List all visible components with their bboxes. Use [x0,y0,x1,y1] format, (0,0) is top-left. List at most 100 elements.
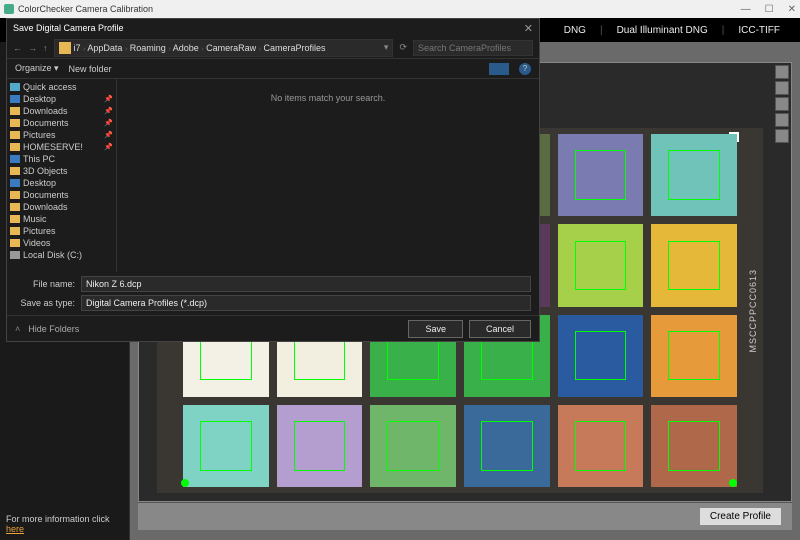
save-dialog: Save Digital Camera Profile ✕ ← → ↑ i7 ›… [6,18,540,342]
refresh-icon[interactable]: ⟳ [399,42,407,53]
color-patch[interactable] [558,134,644,216]
color-patch[interactable] [558,224,644,306]
roi-outline [575,150,626,199]
color-patch[interactable] [651,315,737,397]
color-patch[interactable] [558,315,644,397]
tree-item[interactable]: Local Disk (C:) [7,249,116,261]
chevron-up-icon[interactable]: ˄ [15,324,20,334]
folder-icon [10,227,20,235]
separator: | [722,25,725,36]
folder-icon [10,179,20,187]
tree-item[interactable]: Quick access [7,81,116,93]
folder-icon [10,155,20,163]
roi-outline [481,421,532,470]
folder-icon [10,239,20,247]
up-icon[interactable]: ↑ [43,43,48,53]
color-patch[interactable] [651,224,737,306]
separator: | [600,25,603,36]
folder-icon [10,107,20,115]
forward-icon[interactable]: → [28,43,37,53]
tree-item[interactable]: Downloads [7,201,116,213]
dialog-title: Save Digital Camera Profile [13,23,124,33]
roi-outline [668,150,719,199]
color-patch[interactable] [558,405,644,487]
help-icon[interactable]: ? [519,63,531,75]
organize-menu[interactable]: Organize ▾ [15,63,59,74]
filename-input[interactable]: Nikon Z 6.dcp [81,276,531,292]
tree-item[interactable]: Desktop📌 [7,93,116,105]
info-link[interactable]: here [6,524,24,534]
roi-outline [668,421,719,470]
minimize-button[interactable]: — [741,4,751,15]
tree-item[interactable]: HOMESERVE!📌 [7,141,116,153]
color-patch[interactable] [464,405,550,487]
dialog-close-icon[interactable]: ✕ [524,22,533,35]
app-icon [4,4,14,14]
save-button[interactable]: Save [408,320,463,338]
color-patch[interactable] [183,405,269,487]
tree-item[interactable]: Pictures [7,225,116,237]
roi-outline [387,421,438,470]
tree-item[interactable]: Documents [7,189,116,201]
app-title: ColorChecker Camera Calibration [18,4,153,14]
new-folder-button[interactable]: New folder [69,64,112,74]
maximize-button[interactable]: ☐ [765,4,774,15]
roi-outline [668,241,719,290]
breadcrumb[interactable]: i7 › AppData › Roaming › Adobe › CameraR… [54,39,394,57]
corner-marker[interactable] [729,132,739,142]
hide-folders-button[interactable]: Hide Folders [28,324,79,334]
roi-outline [294,421,345,470]
close-button[interactable]: ✕ [788,4,796,15]
tool-button[interactable] [775,81,789,95]
color-patch[interactable] [277,405,363,487]
folder-icon [10,191,20,199]
tab-icc-tiff[interactable]: ICC-TIFF [738,25,780,36]
tool-button[interactable] [775,129,789,143]
bottom-bar: Create Profile [138,502,792,530]
tree-item[interactable]: Desktop [7,177,116,189]
tree-item[interactable]: This PC [7,153,116,165]
color-patch[interactable] [370,405,456,487]
folder-tree[interactable]: Quick accessDesktop📌Downloads📌Documents📌… [7,79,117,272]
folder-icon [10,119,20,127]
tool-button[interactable] [775,65,789,79]
folder-icon [10,215,20,223]
tool-button[interactable] [775,113,789,127]
folder-icon [10,131,20,139]
saveas-select[interactable]: Digital Camera Profiles (*.dcp) [81,295,531,311]
folder-icon [10,83,20,91]
corner-handle[interactable] [729,479,737,487]
filename-label: File name: [15,279,75,289]
corner-handle[interactable] [181,479,189,487]
folder-icon [10,167,20,175]
tab-dng[interactable]: DNG [564,25,586,36]
cancel-button[interactable]: Cancel [469,320,531,338]
folder-icon [59,42,71,54]
tree-item[interactable]: Downloads📌 [7,105,116,117]
canvas-tools [775,65,789,143]
file-list: No items match your search. [117,79,539,272]
folder-icon [10,95,20,103]
back-icon[interactable]: ← [13,43,22,53]
tree-item[interactable]: Documents📌 [7,117,116,129]
roi-outline [575,331,626,380]
info-footer: For more information click here [0,508,129,540]
roi-outline [200,421,251,470]
roi-outline [575,241,626,290]
folder-icon [10,251,20,259]
tree-item[interactable]: 3D Objects [7,165,116,177]
folder-icon [10,203,20,211]
folder-icon [10,143,20,151]
tab-dual-dng[interactable]: Dual Illuminant DNG [617,25,708,36]
color-patch[interactable] [651,405,737,487]
tool-button[interactable] [775,97,789,111]
search-input[interactable]: Search CameraProfiles [413,40,533,56]
create-profile-button[interactable]: Create Profile [699,507,782,526]
tree-item[interactable]: Videos [7,237,116,249]
view-button[interactable] [489,63,509,75]
saveas-label: Save as type: [15,298,75,308]
app-titlebar: ColorChecker Camera Calibration — ☐ ✕ [0,0,800,18]
color-patch[interactable] [651,134,737,216]
tree-item[interactable]: Music [7,213,116,225]
tree-item[interactable]: Pictures📌 [7,129,116,141]
